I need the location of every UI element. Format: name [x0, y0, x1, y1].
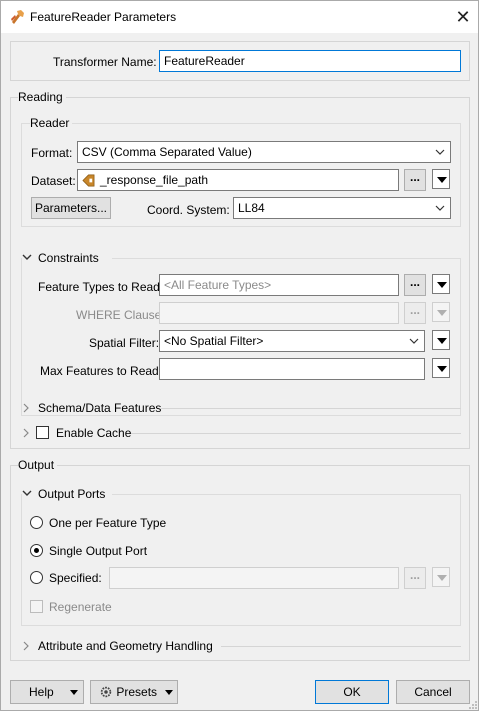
- reader-group-label: Reader: [30, 116, 73, 130]
- featurereader-app-icon: [11, 10, 24, 24]
- regenerate-checkbox: [30, 600, 43, 613]
- dropdown-arrow-icon: [437, 338, 447, 344]
- chevron-right-icon[interactable]: [21, 403, 31, 413]
- enable-cache-label[interactable]: Enable Cache: [56, 426, 131, 440]
- attribute-geometry-toggle[interactable]: Attribute and Geometry Handling: [38, 639, 213, 653]
- dataset-label: Dataset:: [31, 174, 76, 188]
- spatial-filter-value: <No Spatial Filter>: [164, 334, 264, 348]
- reading-group-label: Reading: [18, 90, 66, 104]
- dataset-input[interactable]: _response_file_path: [77, 169, 399, 191]
- where-clause-menu-button: [432, 302, 450, 322]
- dataset-menu-button[interactable]: [432, 169, 450, 189]
- attribute-separator: [221, 646, 461, 647]
- chevron-down-icon[interactable]: [22, 252, 32, 262]
- dropdown-arrow-icon: [437, 575, 447, 581]
- feature-types-input[interactable]: <All Feature Types>: [159, 274, 399, 296]
- dataset-value: _response_file_path: [100, 173, 209, 187]
- format-select[interactable]: CSV (Comma Separated Value): [77, 141, 451, 163]
- presets-button-label: Presets: [116, 685, 158, 699]
- feature-types-browse-button[interactable]: ...: [404, 274, 426, 296]
- attribute-value-icon: [82, 174, 95, 187]
- ok-button[interactable]: OK: [315, 680, 389, 704]
- single-output-port-label[interactable]: Single Output Port: [49, 544, 147, 558]
- help-button-label: Help: [29, 685, 54, 699]
- max-features-menu-button[interactable]: [432, 358, 450, 378]
- where-clause-label: WHERE Clause:: [76, 308, 165, 322]
- chevron-down-icon: [435, 205, 445, 211]
- chevron-down-icon: [435, 149, 445, 155]
- dataset-browse-button[interactable]: ...: [404, 169, 426, 191]
- dropdown-arrow-icon: [437, 366, 447, 372]
- parameters-button[interactable]: Parameters...: [31, 197, 111, 219]
- dropdown-arrow-icon: [165, 690, 174, 696]
- feature-types-placeholder: <All Feature Types>: [164, 278, 272, 292]
- spatial-filter-label: Spatial Filter:: [89, 336, 160, 350]
- chevron-down-icon: [409, 338, 419, 344]
- radio-selected-dot: [34, 548, 39, 553]
- where-clause-input: [159, 302, 399, 324]
- max-features-input[interactable]: [159, 358, 425, 380]
- title-bar[interactable]: FeatureReader Parameters ✕: [1, 1, 478, 33]
- presets-button[interactable]: Presets: [90, 680, 178, 704]
- enable-cache-checkbox[interactable]: [36, 426, 49, 439]
- specified-menu-button: [432, 567, 450, 587]
- radio-specified[interactable]: [30, 571, 43, 584]
- constraints-section-label[interactable]: Constraints: [38, 251, 99, 265]
- output-ports-toggle[interactable]: Output Ports: [38, 487, 105, 501]
- chevron-right-icon[interactable]: [21, 428, 31, 438]
- window-title: FeatureReader Parameters: [30, 10, 177, 24]
- coord-system-label: Coord. System:: [147, 203, 230, 217]
- regenerate-label: Regenerate: [49, 600, 112, 614]
- where-clause-browse-button: ...: [404, 302, 426, 324]
- specified-browse-button: ...: [404, 567, 426, 589]
- coord-system-value: LL84: [238, 201, 265, 215]
- dropdown-arrow-icon: [437, 310, 447, 316]
- dialog-window: FeatureReader Parameters ✕ Transformer N…: [0, 0, 479, 711]
- feature-types-label: Feature Types to Read:: [38, 280, 164, 294]
- format-value: CSV (Comma Separated Value): [82, 145, 252, 159]
- resize-grip-icon[interactable]: [468, 700, 478, 710]
- format-label: Format:: [31, 146, 73, 160]
- specified-input: [109, 567, 399, 589]
- dropdown-arrow-icon: [437, 177, 447, 183]
- schema-data-features-toggle[interactable]: Schema/Data Features: [38, 401, 161, 415]
- schema-separator: [161, 408, 461, 409]
- one-per-feature-type-label[interactable]: One per Feature Type: [49, 516, 166, 530]
- output-group-label: Output: [18, 458, 58, 472]
- cache-separator: [131, 433, 461, 434]
- spatial-filter-select[interactable]: <No Spatial Filter>: [159, 330, 425, 352]
- transformer-name-label: Transformer Name:: [53, 55, 157, 69]
- chevron-down-icon[interactable]: [22, 488, 32, 498]
- chevron-right-icon[interactable]: [21, 641, 31, 651]
- specified-label[interactable]: Specified:: [49, 571, 102, 585]
- coord-system-select[interactable]: LL84: [233, 197, 451, 219]
- transformer-name-input[interactable]: FeatureReader: [159, 50, 461, 72]
- max-features-label: Max Features to Read:: [40, 364, 163, 378]
- feature-types-menu-button[interactable]: [432, 274, 450, 294]
- dropdown-arrow-icon: [69, 690, 78, 696]
- radio-one-per-feature-type[interactable]: [30, 516, 43, 529]
- gear-icon: [100, 686, 112, 698]
- cancel-button[interactable]: Cancel: [396, 680, 470, 704]
- dropdown-arrow-icon: [437, 282, 447, 288]
- close-icon[interactable]: ✕: [450, 4, 476, 30]
- spatial-filter-menu-button[interactable]: [432, 330, 450, 350]
- radio-single-output-port[interactable]: [30, 544, 43, 557]
- help-button[interactable]: Help: [10, 680, 84, 704]
